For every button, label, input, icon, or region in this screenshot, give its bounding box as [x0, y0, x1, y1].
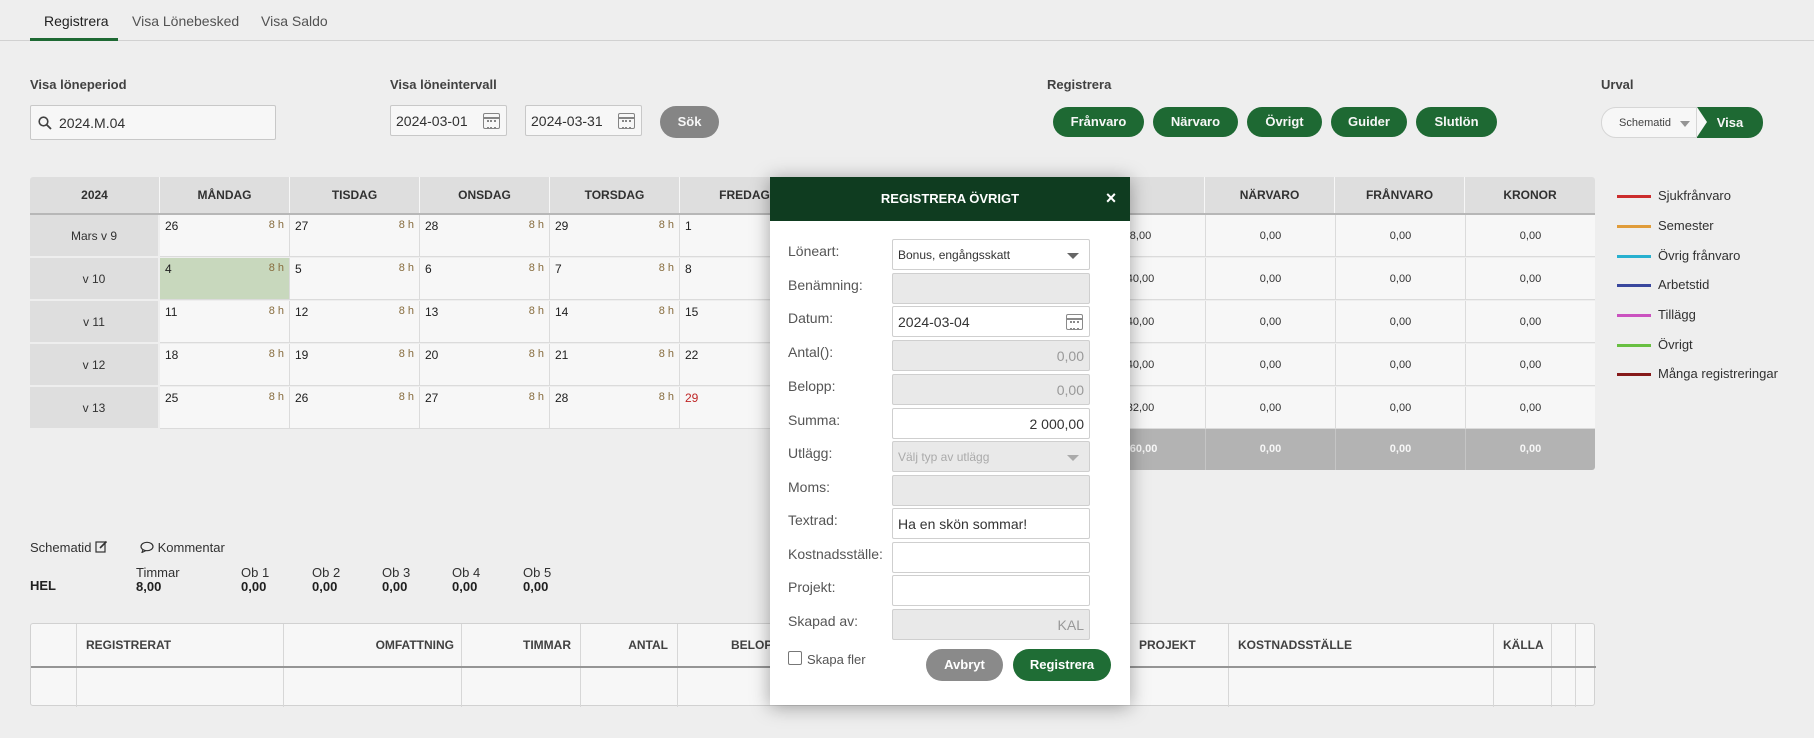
summa-value: 2 000,00: [1029, 416, 1085, 432]
summa-field[interactable]: 2 000,00: [892, 408, 1090, 439]
benamning-field: [892, 273, 1090, 304]
skapa-fler-label[interactable]: Skapa fler: [807, 652, 866, 667]
skapad-field: KAL: [892, 609, 1090, 640]
skapad-label: Skapad av:: [788, 613, 859, 629]
dialog-title: REGISTRERA ÖVRIGT: [880, 191, 1020, 206]
utlagg-placeholder: Välj typ av utlägg: [898, 450, 990, 464]
summa-label: Summa:: [788, 412, 841, 428]
submit-button[interactable]: Registrera: [1013, 649, 1111, 681]
kostnadsstalle-field[interactable]: [892, 542, 1090, 573]
dialog-header: REGISTRERA ÖVRIGT ×: [770, 177, 1130, 221]
calendar-icon[interactable]: [1066, 314, 1083, 330]
loneart-select[interactable]: Bonus, engångsskatt: [892, 239, 1090, 270]
textrad-label: Textrad:: [788, 512, 838, 528]
belopp-label: Belopp:: [788, 378, 836, 394]
register-ovrigt-dialog: REGISTRERA ÖVRIGT × Löneart: Bonus, engå…: [770, 177, 1130, 705]
chevron-down-icon: [1067, 455, 1079, 461]
projekt-field[interactable]: [892, 575, 1090, 606]
utlagg-select: Välj typ av utlägg: [892, 441, 1090, 472]
textrad-field[interactable]: Ha en skön sommar!: [892, 508, 1090, 539]
antal-value: 0,00: [1056, 348, 1084, 364]
datum-field[interactable]: 2024-03-04: [892, 306, 1090, 337]
skapad-value: KAL: [1057, 617, 1084, 633]
moms-field: [892, 475, 1090, 506]
loneart-label: Löneart:: [788, 243, 840, 259]
utlagg-label: Utlägg:: [788, 445, 833, 461]
textrad-value: Ha en skön sommar!: [898, 516, 1028, 532]
belopp-value: 0,00: [1056, 382, 1084, 398]
datum-value: 2024-03-04: [898, 314, 970, 330]
belopp-field: 0,00: [892, 374, 1090, 405]
projekt-label: Projekt:: [788, 579, 836, 595]
cancel-button[interactable]: Avbryt: [926, 649, 1003, 681]
moms-label: Moms:: [788, 479, 830, 495]
close-icon[interactable]: ×: [1104, 189, 1118, 207]
benamning-label: Benämning:: [788, 277, 863, 293]
datum-label: Datum:: [788, 310, 834, 326]
loneart-value: Bonus, engångsskatt: [898, 248, 1011, 262]
antal-label: Antal():: [788, 344, 834, 360]
antal-field: 0,00: [892, 340, 1090, 371]
chevron-down-icon: [1067, 253, 1079, 259]
kostnadsstalle-label: Kostnadsställe:: [788, 546, 883, 562]
skapa-fler-checkbox[interactable]: [788, 651, 802, 665]
